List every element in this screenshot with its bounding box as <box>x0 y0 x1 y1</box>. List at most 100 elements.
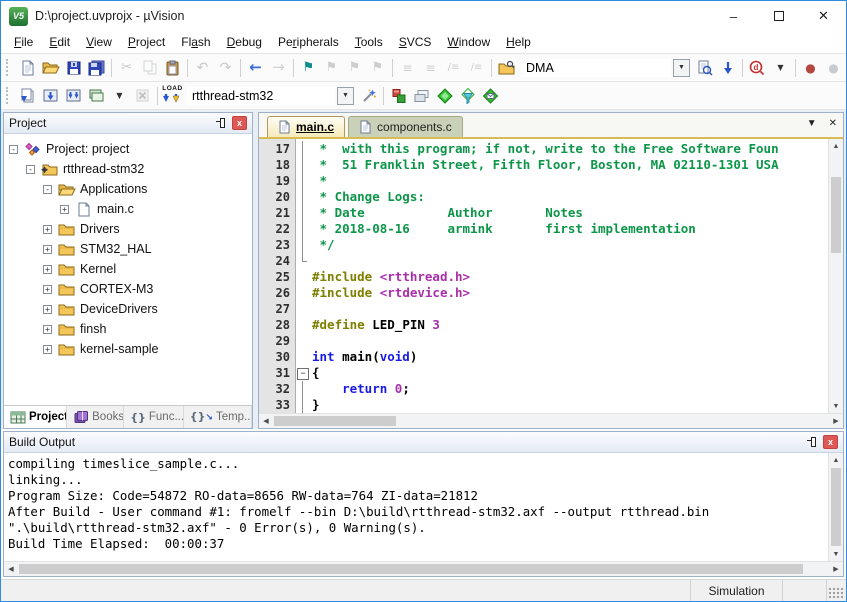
tree-expander[interactable]: + <box>43 325 52 334</box>
code-fold-margin[interactable] <box>296 139 309 413</box>
tree-item-kernel-sample[interactable]: +kernel-sample <box>4 339 252 359</box>
scroll-up-button[interactable]: ▲ <box>829 139 843 153</box>
scroll-right-button[interactable]: ▶ <box>829 562 843 576</box>
pin-icon[interactable] <box>214 117 227 130</box>
project-panel-close-button[interactable]: x <box>232 116 247 130</box>
target-options-button[interactable] <box>433 85 456 107</box>
build-hscroll-thumb[interactable] <box>19 564 803 574</box>
menu-debug[interactable]: Debug <box>219 33 270 51</box>
code-editor[interactable]: * with this program; if not, write to th… <box>309 139 828 413</box>
editor-horizontal-scrollbar[interactable]: ◀ ▶ <box>259 413 843 428</box>
minimize-button[interactable]: – <box>711 1 756 31</box>
tree-item-project-project[interactable]: -Project: project <box>4 139 252 159</box>
save-all-button[interactable] <box>85 57 108 79</box>
scroll-left-button[interactable]: ◀ <box>4 562 18 576</box>
scroll-left-button[interactable]: ◀ <box>259 414 273 428</box>
scroll-up-button[interactable]: ▲ <box>829 453 843 467</box>
panel-tab-books[interactable]: Books <box>67 406 124 428</box>
build-vscroll-thumb[interactable] <box>831 468 841 546</box>
editor-hscroll-thumb[interactable] <box>274 416 396 426</box>
resize-grip[interactable] <box>827 586 844 599</box>
editor-vscroll-thumb[interactable] <box>831 177 841 253</box>
editor-vertical-scrollbar[interactable]: ▲ ▼ <box>828 139 843 413</box>
paste-button[interactable] <box>161 57 184 79</box>
build-button[interactable] <box>39 85 62 107</box>
tree-item-applications[interactable]: -Applications <box>4 179 252 199</box>
file-extensions-button[interactable] <box>456 85 479 107</box>
tree-expander[interactable]: - <box>43 185 52 194</box>
search-combo-dropdown-button[interactable]: ▼ <box>673 59 690 77</box>
build-horizontal-scrollbar[interactable]: ◀ ▶ <box>4 561 843 576</box>
maximize-button[interactable] <box>756 1 801 31</box>
menu-edit[interactable]: Edit <box>41 33 78 51</box>
pin-icon[interactable] <box>805 436 818 449</box>
scroll-down-button[interactable]: ▼ <box>829 547 843 561</box>
search-combo[interactable]: DMA▼ <box>521 58 690 78</box>
tree-expander[interactable]: + <box>43 285 52 294</box>
editor-tab-main-c[interactable]: main.c <box>267 116 345 137</box>
batch-build-caret[interactable]: ▼ <box>108 85 131 107</box>
target-combo[interactable]: rtthread-stm32▼ <box>187 86 354 106</box>
incremental-find-button[interactable] <box>716 57 739 79</box>
debug-search-button[interactable]: d <box>746 57 769 79</box>
tree-expander[interactable]: + <box>43 265 52 274</box>
rebuild-all-button[interactable] <box>62 85 85 107</box>
tree-expander[interactable]: + <box>43 225 52 234</box>
debug-search-caret[interactable]: ▼ <box>769 57 792 79</box>
insert-bookmark-button[interactable]: ⚑ <box>297 57 320 79</box>
menu-file[interactable]: File <box>6 33 41 51</box>
tree-item-cortex-m3[interactable]: +CORTEX-M3 <box>4 279 252 299</box>
tree-expander[interactable]: + <box>43 305 52 314</box>
find-in-files-button[interactable] <box>693 57 716 79</box>
menu-view[interactable]: View <box>78 33 120 51</box>
scroll-down-button[interactable]: ▼ <box>829 399 843 413</box>
tree-expander[interactable]: + <box>60 205 69 214</box>
toolbar-grip[interactable] <box>6 59 11 76</box>
editor-tab-components-c[interactable]: components.c <box>348 116 463 137</box>
menu-flash[interactable]: Flash <box>173 33 218 51</box>
menu-peripherals[interactable]: Peripherals <box>270 33 347 51</box>
download-button[interactable]: LOAD <box>161 85 184 107</box>
disable-breakpoint-button[interactable]: ● <box>822 57 845 79</box>
panel-tab-project[interactable]: Project <box>4 406 67 428</box>
manage-target-button[interactable] <box>357 85 380 107</box>
document-list-button[interactable]: ▼ <box>807 118 817 129</box>
build-output-close-button[interactable]: x <box>823 435 838 449</box>
navigate-back-button[interactable]: ← <box>244 57 267 79</box>
panel-tab-temp[interactable]: {}↘Temp... <box>184 406 252 428</box>
tree-item-rtthread-stm32[interactable]: -rtthread-stm32 <box>4 159 252 179</box>
menu-window[interactable]: Window <box>439 33 498 51</box>
tree-expander[interactable]: - <box>9 145 18 154</box>
tree-expander[interactable]: - <box>26 165 35 174</box>
build-vertical-scrollbar[interactable]: ▲ ▼ <box>828 453 843 561</box>
find-in-files-dialog-button[interactable] <box>495 57 518 79</box>
open-file-button[interactable] <box>39 57 62 79</box>
menu-svcs[interactable]: SVCS <box>391 33 440 51</box>
debug-windows-button[interactable] <box>410 85 433 107</box>
scroll-right-button[interactable]: ▶ <box>829 414 843 428</box>
batch-build-button[interactable] <box>85 85 108 107</box>
tree-item-finsh[interactable]: +finsh <box>4 319 252 339</box>
panel-tab-func[interactable]: {}Func... <box>124 406 184 428</box>
toggle-breakpoint-button[interactable]: ● <box>799 57 822 79</box>
target-combo-dropdown-button[interactable]: ▼ <box>337 87 354 105</box>
manage-rte-button[interactable] <box>479 85 502 107</box>
start-debug-session-button[interactable] <box>387 85 410 107</box>
tree-item-drivers[interactable]: +Drivers <box>4 219 252 239</box>
tree-expander[interactable]: + <box>43 345 52 354</box>
tree-item-main-c[interactable]: +main.c <box>4 199 252 219</box>
tree-expander[interactable]: + <box>43 245 52 254</box>
menu-help[interactable]: Help <box>498 33 539 51</box>
menu-project[interactable]: Project <box>120 33 173 51</box>
menu-tools[interactable]: Tools <box>347 33 391 51</box>
tree-item-devicedrivers[interactable]: +DeviceDrivers <box>4 299 252 319</box>
toolbar-grip[interactable] <box>6 87 11 104</box>
translate-file-button[interactable] <box>16 85 39 107</box>
close-document-button[interactable]: ✕ <box>829 118 837 129</box>
fold-toggle[interactable] <box>296 365 309 381</box>
new-file-button[interactable] <box>16 57 39 79</box>
close-button[interactable]: ✕ <box>801 1 846 31</box>
save-button[interactable] <box>62 57 85 79</box>
tree-item-stm32-hal[interactable]: +STM32_HAL <box>4 239 252 259</box>
build-output-text[interactable]: compiling timeslice_sample.c...linking..… <box>4 453 828 561</box>
